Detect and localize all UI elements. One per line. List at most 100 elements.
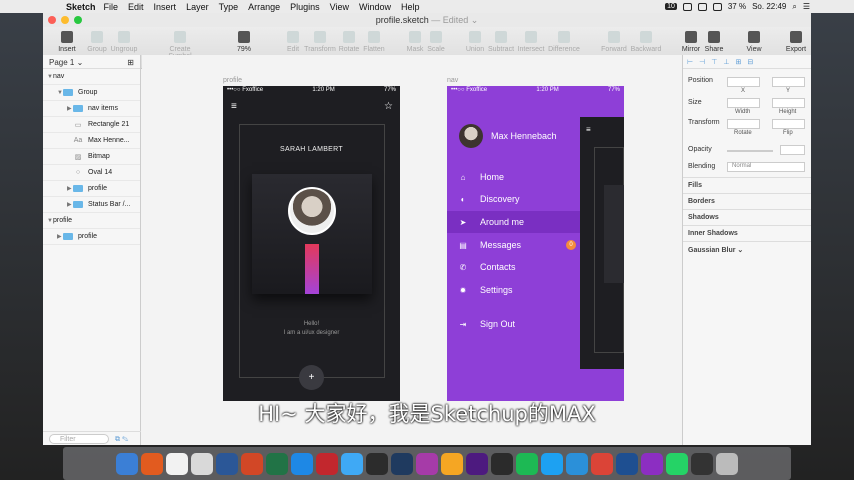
dock-app-icon[interactable] (641, 452, 663, 475)
menu-file[interactable]: File (104, 2, 119, 12)
dock-app-icon[interactable] (416, 452, 438, 475)
section-fills[interactable]: Fills (683, 177, 811, 193)
distribute-icon[interactable]: ⊟ (747, 58, 753, 66)
menu-help[interactable]: Help (401, 2, 420, 12)
dock-app-icon[interactable] (391, 452, 413, 475)
dock-app-icon[interactable] (541, 452, 563, 475)
layer-row[interactable]: ▼ Group (43, 85, 140, 101)
section-gaussian-blur[interactable]: Gaussian Blur ⌄ (683, 241, 811, 257)
toolbar-difference-button[interactable]: Difference (544, 31, 584, 53)
flip-buttons[interactable] (772, 119, 805, 129)
filter-input[interactable]: Filter (49, 434, 109, 444)
align-left-icon[interactable]: ⊢ (687, 58, 693, 66)
toolbar-export-button[interactable]: Export (776, 31, 811, 53)
hamburger-icon[interactable]: ≡ (231, 101, 237, 112)
dock-app-icon[interactable] (316, 452, 338, 475)
x-field[interactable] (727, 77, 760, 87)
page-selector[interactable]: Page 1 ⌄ ⊞ (43, 55, 140, 69)
nav-item-sign-out[interactable]: ⇥ Sign Out (447, 313, 580, 335)
layer-row[interactable]: ▨ Bitmap (43, 149, 140, 165)
dock-app-icon[interactable] (666, 452, 688, 475)
layer-row[interactable]: Aa Max Henne... (43, 133, 140, 149)
menu-edit[interactable]: Edit (128, 2, 144, 12)
align-top-icon[interactable]: ⊥ (723, 58, 729, 66)
dock-app-icon[interactable] (491, 452, 513, 475)
search-icon[interactable]: ⌕ (792, 2, 796, 12)
artboard-nav[interactable]: •••○○ Fxoffice 1:20 PM 77% Max Hennebach ⌂… (447, 86, 624, 401)
rotate-field[interactable] (727, 119, 760, 129)
section-inner-shadows[interactable]: Inner Shadows (683, 225, 811, 241)
nav-item-home[interactable]: ⌂ Home (447, 166, 580, 188)
star-icon[interactable]: ☆ (384, 101, 393, 112)
dock-app-icon[interactable] (616, 452, 638, 475)
dock-app-icon[interactable] (141, 452, 163, 475)
dropbox-icon[interactable] (682, 2, 692, 11)
add-page-icon[interactable]: ⊞ (127, 58, 134, 67)
dock-app-icon[interactable] (516, 452, 538, 475)
toolbar-view-button[interactable]: View (734, 31, 774, 53)
menu-arrange[interactable]: Arrange (248, 2, 280, 12)
layer-row[interactable]: ▼ profile (43, 213, 140, 229)
layer-row[interactable]: ▶ nav items (43, 101, 140, 117)
layer-row[interactable]: ▭ Rectangle 21 (43, 117, 140, 133)
section-borders[interactable]: Borders (683, 193, 811, 209)
toolbar-scale-button[interactable]: Scale (416, 31, 456, 53)
align-center-icon[interactable]: ⊣ (699, 58, 705, 66)
layer-row[interactable]: ▼ nav (43, 69, 140, 85)
artboard-profile[interactable]: •••○○ Fxoffice 1:20 PM 77% ≡ ☆ SARAH LAMBE… (223, 86, 400, 401)
battery-text[interactable]: 37 % (728, 2, 746, 11)
menu-plugins[interactable]: Plugins (290, 2, 320, 12)
dock-app-icon[interactable] (266, 452, 288, 475)
menu-view[interactable]: View (330, 2, 349, 12)
opacity-field[interactable] (780, 145, 805, 155)
menu-layer[interactable]: Layer (186, 2, 209, 12)
dock-app-icon[interactable] (566, 452, 588, 475)
nav-item-messages[interactable]: ▤ Messages 0 (447, 234, 580, 256)
dock-app-icon[interactable] (591, 452, 613, 475)
dock-app-icon[interactable] (291, 452, 313, 475)
toolbar-share-button[interactable]: Share (694, 31, 734, 53)
section-shadows[interactable]: Shadows (683, 209, 811, 225)
nav-item-settings[interactable]: ✹ Settings (447, 279, 580, 301)
wifi-icon[interactable] (712, 2, 722, 11)
dock-app-icon[interactable] (366, 452, 388, 475)
dock-app-icon[interactable] (116, 452, 138, 475)
dock-app-icon[interactable] (341, 452, 363, 475)
nav-item-around-me[interactable]: ➤ Around me (447, 211, 580, 233)
y-field[interactable] (772, 77, 805, 87)
menu-type[interactable]: Type (219, 2, 239, 12)
toolbar-backward-button[interactable]: Backward (626, 31, 666, 53)
dock-app-icon[interactable] (716, 452, 738, 475)
menu-window[interactable]: Window (359, 2, 391, 12)
artboard-label-nav[interactable]: nav (447, 77, 458, 84)
dock-app-icon[interactable] (441, 452, 463, 475)
nav-item-discovery[interactable]: ◐ Discovery (447, 188, 580, 210)
app-menu[interactable]: Sketch (66, 2, 96, 12)
toolbar-ungroup-button[interactable]: Ungroup (104, 31, 144, 53)
dock-app-icon[interactable] (241, 452, 263, 475)
add-fab-button[interactable]: + (299, 365, 324, 390)
menu-insert[interactable]: Insert (154, 2, 177, 12)
calendar-badge[interactable]: 10 (665, 3, 677, 10)
menu-list-icon[interactable]: ☰ (803, 2, 810, 11)
filter-options-icon[interactable]: ⧉ ✎ (115, 436, 128, 443)
opacity-slider[interactable] (727, 150, 773, 152)
dock-app-icon[interactable] (191, 452, 213, 475)
nav-item-contacts[interactable]: ✆ Contacts (447, 256, 580, 278)
artboard-label-profile[interactable]: profile (223, 77, 242, 84)
align-right-icon[interactable]: ⊤ (711, 58, 717, 66)
toolbar-79--button[interactable]: 79% (224, 31, 264, 53)
record-icon[interactable] (697, 2, 707, 11)
canvas[interactable]: profile •••○○ Fxoffice 1:20 PM 77% ≡ ☆ SAR… (142, 55, 682, 445)
align-middle-icon[interactable]: ⊞ (735, 58, 741, 66)
width-field[interactable] (727, 98, 760, 108)
layer-row[interactable]: ▶ profile (43, 229, 140, 245)
dock-app-icon[interactable] (216, 452, 238, 475)
layer-row[interactable]: ○ Oval 14 (43, 165, 140, 181)
toolbar-flatten-button[interactable]: Flatten (354, 31, 394, 53)
layer-row[interactable]: ▶ Status Bar /... (43, 197, 140, 213)
blend-mode-select[interactable]: Normal (727, 162, 805, 172)
dock-app-icon[interactable] (166, 452, 188, 475)
dock-app-icon[interactable] (691, 452, 713, 475)
dock-app-icon[interactable] (466, 452, 488, 475)
